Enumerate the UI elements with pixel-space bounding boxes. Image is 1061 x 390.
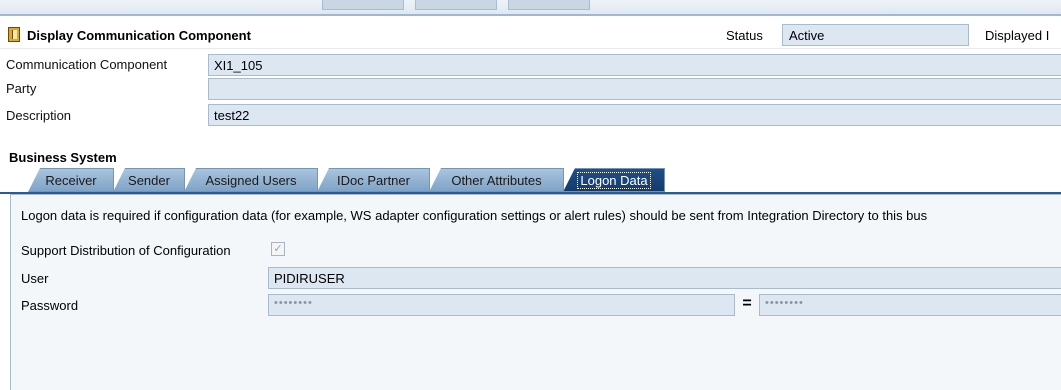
user-field[interactable]: PIDIRUSER <box>268 267 1061 289</box>
communication-component-field[interactable]: XI1_105 <box>208 54 1061 76</box>
user-label: User <box>21 271 49 286</box>
tab-idoc-partner[interactable]: IDoc Partner <box>317 168 430 192</box>
description-field[interactable]: test22 <box>208 104 1061 126</box>
toolbar-button-stub[interactable] <box>415 0 497 10</box>
support-distribution-checkbox[interactable]: ✓ <box>271 242 285 256</box>
tab-label: Assigned Users <box>205 172 297 188</box>
toolbar-button-stub[interactable] <box>508 0 590 10</box>
top-toolbar-strip <box>0 0 1061 16</box>
status-label: Status <box>726 28 763 43</box>
tab-label: Other Attributes <box>451 172 542 188</box>
tab-bar: Receiver Sender Assigned Users IDoc Part… <box>0 168 1061 194</box>
document-icon <box>8 27 20 42</box>
info-text: Logon data is required if configuration … <box>21 208 928 223</box>
tab-assigned-users[interactable]: Assigned Users <box>184 168 318 192</box>
communication-component-label: Communication Component <box>6 57 168 72</box>
displayed-label: Displayed I <box>985 28 1050 43</box>
tab-sender[interactable]: Sender <box>113 168 185 192</box>
tab-label: Receiver <box>45 172 97 188</box>
toolbar-button-stub[interactable] <box>322 0 404 10</box>
password-label: Password <box>21 298 79 313</box>
tab-other-attributes[interactable]: Other Attributes <box>429 168 564 192</box>
page-header: Display Communication Component Status A… <box>0 24 1061 49</box>
party-field[interactable] <box>208 78 1061 100</box>
password-confirm-field[interactable]: •••••••• <box>759 294 1061 316</box>
page-title: Display Communication Component <box>27 28 251 43</box>
tab-label: Logon Data <box>577 171 651 189</box>
password-field[interactable]: •••••••• <box>268 294 735 316</box>
tab-label: IDoc Partner <box>337 172 410 188</box>
tab-receiver[interactable]: Receiver <box>28 168 114 192</box>
equals-icon: = <box>742 295 752 312</box>
logon-data-panel <box>10 194 1061 390</box>
section-title: Business System <box>9 150 117 165</box>
tab-logon-data[interactable]: Logon Data <box>563 168 665 192</box>
tab-label: Sender <box>128 172 170 188</box>
party-label: Party <box>6 81 37 96</box>
status-field: Active <box>782 24 969 46</box>
description-label: Description <box>6 108 72 123</box>
support-distribution-label: Support Distribution of Configuration <box>21 243 231 258</box>
